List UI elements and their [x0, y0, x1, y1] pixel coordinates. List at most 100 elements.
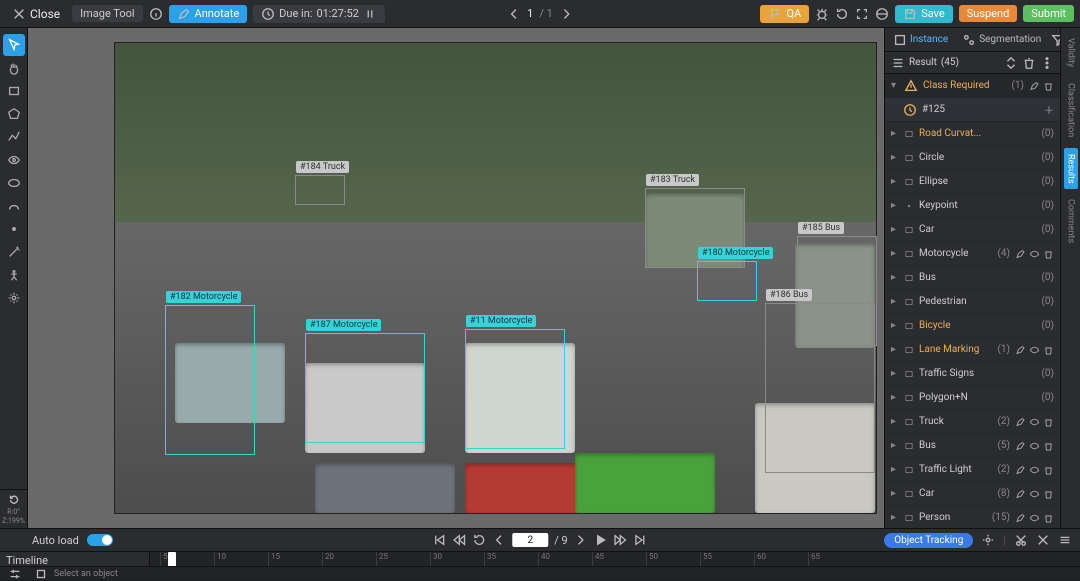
sliders-icon[interactable]	[8, 567, 22, 581]
submit-button[interactable]: Submit	[1023, 5, 1074, 22]
delete-icon[interactable]	[1043, 248, 1054, 259]
bounding-box[interactable]: #182 Motorcycle	[165, 305, 255, 455]
class-row[interactable]: ▸Pedestrian(0)	[885, 290, 1060, 314]
tab-segmentation[interactable]: Segmentation	[958, 30, 1045, 50]
visibility-icon[interactable]	[1029, 488, 1040, 499]
chevron-left-icon[interactable]	[507, 7, 521, 21]
class-row[interactable]: ▸Motorcycle(4)	[885, 242, 1060, 266]
keypoint-tool[interactable]	[3, 264, 25, 286]
delete-icon[interactable]	[1043, 464, 1054, 475]
delete-icon[interactable]	[1043, 416, 1054, 427]
annotate-button[interactable]: Annotate	[169, 5, 248, 23]
tracking-settings-icon[interactable]	[981, 533, 995, 547]
track-settings-icon[interactable]	[1058, 533, 1072, 547]
vtab-results[interactable]: Results	[1064, 148, 1078, 190]
tab-instance[interactable]: Instance	[889, 30, 952, 50]
delete-icon[interactable]	[1043, 440, 1054, 451]
tool-chip[interactable]: Image Tool	[72, 5, 142, 22]
sort-icon[interactable]	[1004, 56, 1018, 70]
jump-end-icon[interactable]	[634, 533, 648, 547]
forward-icon[interactable]	[614, 533, 628, 547]
polyline-tool[interactable]	[3, 126, 25, 148]
visibility-icon[interactable]	[1029, 248, 1040, 259]
class-row[interactable]: ▸Traffic Light(2)	[885, 458, 1060, 482]
edit-icon[interactable]	[1015, 488, 1026, 499]
vtab-comments[interactable]: Comments	[1064, 193, 1078, 249]
class-row[interactable]: ▸Bus(5)	[885, 434, 1060, 458]
ellipse-tool[interactable]	[3, 172, 25, 194]
close-button[interactable]: Close	[6, 5, 66, 23]
bounding-box[interactable]: #186 Bus	[765, 303, 875, 473]
bounding-box[interactable]: #187 Motorcycle	[305, 333, 425, 443]
history-icon[interactable]	[835, 7, 849, 21]
edit-icon[interactable]	[1015, 464, 1026, 475]
play-icon[interactable]	[594, 533, 608, 547]
magic-tool[interactable]	[3, 241, 25, 263]
visibility-icon[interactable]	[1029, 512, 1040, 523]
hand-tool[interactable]	[3, 57, 25, 79]
class-row[interactable]: ▸Bicycle(0)	[885, 314, 1060, 338]
edit-icon[interactable]	[1015, 512, 1026, 523]
class-row[interactable]: ▸Polygon+N(0)	[885, 386, 1060, 410]
loop-icon[interactable]	[472, 533, 486, 547]
qa-button[interactable]: QA	[760, 5, 809, 23]
autoload-toggle[interactable]	[87, 534, 113, 546]
delete-icon[interactable]	[1043, 80, 1054, 91]
curve-tool[interactable]	[3, 195, 25, 217]
id-row[interactable]: #125 ＋	[885, 98, 1060, 122]
visibility-icon[interactable]	[1029, 464, 1040, 475]
cut-icon[interactable]	[1014, 533, 1028, 547]
bounding-box[interactable]: #11 Motorcycle	[465, 329, 565, 449]
frame-input[interactable]	[512, 533, 548, 547]
cursor-tool[interactable]	[3, 34, 25, 56]
canvas[interactable]: #184 Truck#183 Truck#185 Bus#186 Bus#180…	[28, 28, 884, 528]
class-row[interactable]: ▸Lane Marking(1)	[885, 338, 1060, 362]
class-row[interactable]: ▸Bus(0)	[885, 266, 1060, 290]
next-frame-icon[interactable]	[574, 533, 588, 547]
edit-icon[interactable]	[1015, 440, 1026, 451]
class-row[interactable]: ▸Road Curvat...(0)	[885, 122, 1060, 146]
rotation-icon[interactable]	[7, 493, 21, 507]
point-tool[interactable]	[3, 218, 25, 240]
save-button[interactable]: Save	[895, 5, 953, 23]
bounding-box[interactable]: #180 Motorcycle	[697, 261, 757, 301]
edit-icon[interactable]	[1029, 80, 1040, 91]
visibility-icon[interactable]	[1029, 344, 1040, 355]
shortcuts-icon[interactable]	[875, 7, 889, 21]
fullscreen-icon[interactable]	[855, 7, 869, 21]
more-icon[interactable]	[1040, 56, 1054, 70]
eye-tool[interactable]	[3, 149, 25, 171]
class-row[interactable]: ▸Person(15)	[885, 506, 1060, 528]
rect-tool[interactable]	[3, 80, 25, 102]
visibility-icon[interactable]	[1029, 416, 1040, 427]
edit-icon[interactable]	[1015, 344, 1026, 355]
edit-icon[interactable]	[1015, 248, 1026, 259]
settings-tool[interactable]	[3, 287, 25, 309]
polygon-tool[interactable]	[3, 103, 25, 125]
class-row[interactable]: ▸Ellipse(0)	[885, 170, 1060, 194]
bug-icon[interactable]	[815, 7, 829, 21]
class-row[interactable]: ▸Circle(0)	[885, 146, 1060, 170]
add-icon[interactable]: ＋	[1044, 102, 1054, 117]
delete-icon[interactable]	[1043, 488, 1054, 499]
visibility-icon[interactable]	[1029, 440, 1040, 451]
class-required-row[interactable]: ▾ Class Required (1)	[885, 74, 1060, 98]
jump-start-icon[interactable]	[432, 533, 446, 547]
chevron-right-icon[interactable]	[559, 7, 573, 21]
bounding-box[interactable]: #184 Truck	[295, 175, 345, 205]
class-row[interactable]: ▸Car(0)	[885, 218, 1060, 242]
prev-frame-icon[interactable]	[492, 533, 506, 547]
due-chip[interactable]: Due in: 01:27:52	[253, 5, 385, 23]
class-row[interactable]: ▸Truck(2)	[885, 410, 1060, 434]
delete-icon[interactable]	[1043, 344, 1054, 355]
info-icon[interactable]	[149, 7, 163, 21]
rewind-icon[interactable]	[452, 533, 466, 547]
class-row[interactable]: ▸Car(8)	[885, 482, 1060, 506]
filter-icon[interactable]	[1051, 33, 1060, 47]
delete-icon[interactable]	[1043, 512, 1054, 523]
clear-track-icon[interactable]	[1036, 533, 1050, 547]
object-tracking-button[interactable]: Object Tracking	[884, 533, 973, 548]
edit-icon[interactable]	[1015, 416, 1026, 427]
class-row[interactable]: ▸Keypoint(0)	[885, 194, 1060, 218]
trash-icon[interactable]	[1022, 56, 1036, 70]
